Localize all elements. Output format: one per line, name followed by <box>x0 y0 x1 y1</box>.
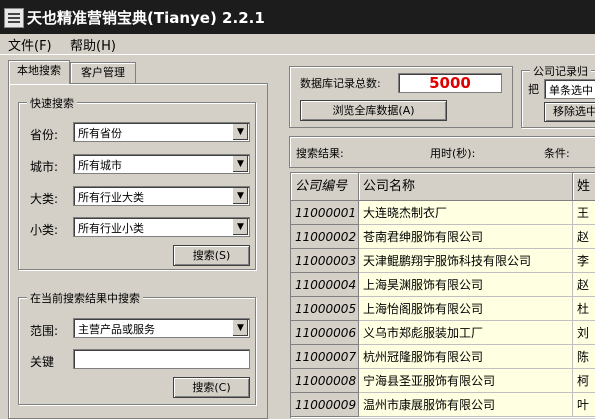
archive-group: 公司记录归 把 单条选中 移除选中 <box>521 63 595 128</box>
elapsed-time-label: 用时(秒): <box>430 147 476 160</box>
chevron-down-icon[interactable]: ▼ <box>232 124 248 140</box>
cell-contact-surname: 叶 <box>573 393 595 417</box>
cell-contact-surname: 柯 <box>573 369 595 393</box>
condition-label: 条件: <box>544 147 570 160</box>
chevron-down-icon[interactable]: ▼ <box>232 219 248 235</box>
province-label: 省份: <box>30 128 59 142</box>
cell-contact-surname: 赵 <box>573 225 595 249</box>
scope-label: 范围: <box>30 324 59 338</box>
keyword-input[interactable] <box>73 349 250 369</box>
cell-company-name: 苍南君绅服饰有限公司 <box>359 225 573 249</box>
table-row[interactable]: 11000006 义乌市郑彪服装加工厂刘 <box>291 321 595 345</box>
cell-company-name: 义乌市郑彪服装加工厂 <box>359 321 573 345</box>
tab-customer-management[interactable]: 客户管理 <box>70 62 136 83</box>
database-stats-panel: 数据库记录总数: 5000 浏览全库数据(A) <box>289 66 513 128</box>
total-records-value: 5000 <box>398 73 502 93</box>
results-info-bar: 搜索结果: 用时(秒): 条件: <box>289 136 595 168</box>
tab-local-search[interactable]: 本地搜索 <box>8 60 70 84</box>
cell-contact-surname: 李 <box>573 249 595 273</box>
cell-contact-surname: 刘 <box>573 321 595 345</box>
table-row[interactable]: 11000003 天津鲲鹏翔宇服饰科技有限公司李 <box>291 249 595 273</box>
cell-company-id: 11000005 <box>291 297 359 321</box>
subcategory-value: 所有行业小类 <box>78 222 144 235</box>
table-row[interactable]: 11000002 苍南君绅服饰有限公司赵 <box>291 225 595 249</box>
cell-company-id: 11000003 <box>291 249 359 273</box>
cell-company-id: 11000008 <box>291 369 359 393</box>
chevron-down-icon[interactable]: ▼ <box>232 320 248 336</box>
scope-select[interactable]: 主营产品或服务 ▼ <box>73 318 250 338</box>
quick-search-group: 快速搜索 省份: 所有省份 ▼ 城市: 所有城市 ▼ 大类: 所有行业大类 ▼ … <box>18 95 256 270</box>
cell-company-id: 11000002 <box>291 225 359 249</box>
cell-contact-surname: 赵 <box>573 273 595 297</box>
cell-contact-surname: 王 <box>573 201 595 225</box>
cell-company-name: 杭州冠隆服饰有限公司 <box>359 345 573 369</box>
cell-company-id: 11000007 <box>291 345 359 369</box>
city-value: 所有城市 <box>78 159 122 172</box>
cell-company-name: 大连晓杰制衣厂 <box>359 201 573 225</box>
local-search-panel: 快速搜索 省份: 所有省份 ▼ 城市: 所有城市 ▼ 大类: 所有行业大类 ▼ … <box>8 83 268 419</box>
refine-search-legend: 在当前搜索结果中搜索 <box>27 290 143 306</box>
menu-bar: 文件(F) 帮助(H) <box>0 34 595 55</box>
subcategory-select[interactable]: 所有行业小类 ▼ <box>73 217 250 237</box>
cell-contact-surname: 陈 <box>573 345 595 369</box>
cell-company-name: 天津鲲鹏翔宇服饰科技有限公司 <box>359 249 573 273</box>
table-row[interactable]: 11000009 温州市康展服饰有限公司叶 <box>291 393 595 417</box>
cell-company-name: 上海昊渊服饰有限公司 <box>359 273 573 297</box>
category-select[interactable]: 所有行业大类 ▼ <box>73 186 250 206</box>
table-row[interactable]: 11000007 杭州冠隆服饰有限公司陈 <box>291 345 595 369</box>
refine-search-group: 在当前搜索结果中搜索 范围: 主营产品或服务 ▼ 关键 搜索(C) <box>18 290 256 405</box>
table-row[interactable]: 11000001 大连晓杰制衣厂王 <box>291 201 595 225</box>
cell-contact-surname: 杜 <box>573 297 595 321</box>
results-label: 搜索结果: <box>296 147 344 160</box>
results-table: 公司编号 公司名称 姓 11000001 大连晓杰制衣厂王 11000002 苍南君绅… <box>290 172 595 418</box>
archive-prefix: 把 <box>528 83 539 96</box>
keyword-label: 关键 <box>30 355 55 369</box>
cell-company-id: 11000006 <box>291 321 359 345</box>
table-row[interactable]: 11000005 上海怡阁服饰有限公司杜 <box>291 297 595 321</box>
table-row[interactable]: 11000008 宁海县圣亚服饰有限公司柯 <box>291 369 595 393</box>
total-records-label: 数据库记录总数: <box>300 77 381 90</box>
subcategory-label: 小类: <box>30 223 59 237</box>
column-header-id[interactable]: 公司编号 <box>291 173 359 201</box>
cell-company-name: 上海怡阁服饰有限公司 <box>359 297 573 321</box>
app-icon <box>4 8 24 28</box>
quick-search-legend: 快速搜索 <box>27 95 77 111</box>
category-value: 所有行业大类 <box>78 191 144 204</box>
refine-search-button[interactable]: 搜索(C) <box>173 377 250 398</box>
chevron-down-icon[interactable]: ▼ <box>232 156 248 172</box>
archive-select[interactable]: 单条选中 <box>544 79 595 99</box>
menu-help[interactable]: 帮助(H) <box>70 35 116 54</box>
cell-company-id: 11000001 <box>291 201 359 225</box>
category-label: 大类: <box>30 192 59 206</box>
menu-file[interactable]: 文件(F) <box>8 35 52 54</box>
cell-company-id: 11000004 <box>291 273 359 297</box>
archive-select-value: 单条选中 <box>549 84 593 97</box>
quick-search-button[interactable]: 搜索(S) <box>173 245 250 266</box>
province-select[interactable]: 所有省份 ▼ <box>73 122 250 142</box>
column-header-person[interactable]: 姓 <box>573 173 595 201</box>
remove-selected-button[interactable]: 移除选中 <box>544 102 595 122</box>
title-bar: 天也精准营销宝典(Tianye) 2.2.1 <box>0 0 595 34</box>
table-row[interactable]: 11000004 上海昊渊服饰有限公司赵 <box>291 273 595 297</box>
window-title: 天也精准营销宝典(Tianye) 2.2.1 <box>27 9 265 27</box>
browse-all-button[interactable]: 浏览全库数据(A) <box>300 100 447 121</box>
cell-company-name: 温州市康展服饰有限公司 <box>359 393 573 417</box>
province-value: 所有省份 <box>78 127 122 140</box>
cell-company-name: 宁海县圣亚服饰有限公司 <box>359 369 573 393</box>
city-label: 城市: <box>30 160 59 174</box>
chevron-down-icon[interactable]: ▼ <box>232 188 248 204</box>
column-header-name[interactable]: 公司名称 <box>359 173 573 201</box>
city-select[interactable]: 所有城市 ▼ <box>73 154 250 174</box>
cell-company-id: 11000009 <box>291 393 359 417</box>
archive-legend: 公司记录归 <box>530 63 591 79</box>
scope-value: 主营产品或服务 <box>78 323 155 336</box>
